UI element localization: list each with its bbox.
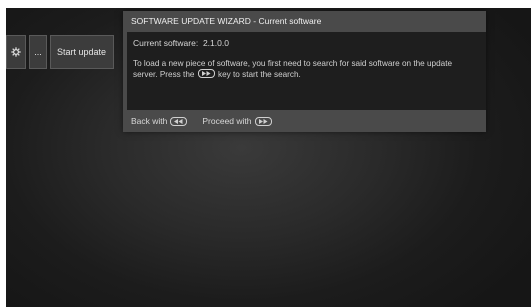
fast-forward-key-icon [197,69,215,78]
proceed-label: Proceed with [202,116,252,126]
gear-icon [11,47,21,57]
back-action[interactable]: Back with [131,116,188,126]
software-update-wizard-dialog: SOFTWARE UPDATE WIZARD - Current softwar… [123,11,486,132]
instructions-part2: key to start the search. [218,70,301,79]
rewind-key-icon [170,116,188,126]
instructions-text: To load a new piece of software, you fir… [133,59,473,80]
more-label: ... [34,47,42,57]
current-software-label: Current software: [133,38,199,48]
start-update-button[interactable]: Start update [50,35,114,69]
dialog-footer: Back with Proceed with [131,114,287,128]
tv-screen: ... Start update SOFTWARE UPDATE WIZARD … [6,8,531,307]
dialog-title: SOFTWARE UPDATE WIZARD - Current softwar… [131,16,322,26]
settings-button[interactable] [6,35,26,69]
back-label: Back with [131,116,168,126]
current-software-line: Current software: 2.1.0.0 [133,38,229,48]
current-software-version: 2.1.0.0 [202,38,229,48]
fast-forward-key-icon [254,116,272,126]
proceed-action[interactable]: Proceed with [202,116,272,126]
dialog-body: Current software: 2.1.0.0 To load a new … [127,32,486,110]
start-update-label: Start update [57,47,107,57]
more-button[interactable]: ... [29,35,47,69]
